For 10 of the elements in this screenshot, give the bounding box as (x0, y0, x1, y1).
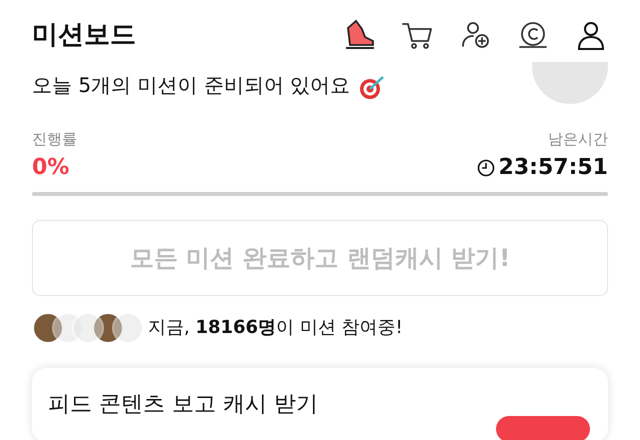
mission-title: 피드 콘텐츠 보고 캐시 받기 (48, 390, 319, 418)
participants-text: 지금, 18166명이 미션 참여중! (148, 316, 403, 340)
action-button[interactable] (496, 416, 590, 440)
timer-value: 23:57:51 (498, 154, 608, 182)
greeting-text: 오늘 5개의 미션이 준비되어 있어요 (32, 72, 350, 100)
photo-placeholder (92, 312, 124, 344)
progress-label: 진행률 (32, 129, 77, 150)
progress-value: 0% (32, 154, 70, 182)
timer-label: 남은시간 (547, 129, 608, 150)
app-title: 미션보드 (32, 18, 136, 52)
